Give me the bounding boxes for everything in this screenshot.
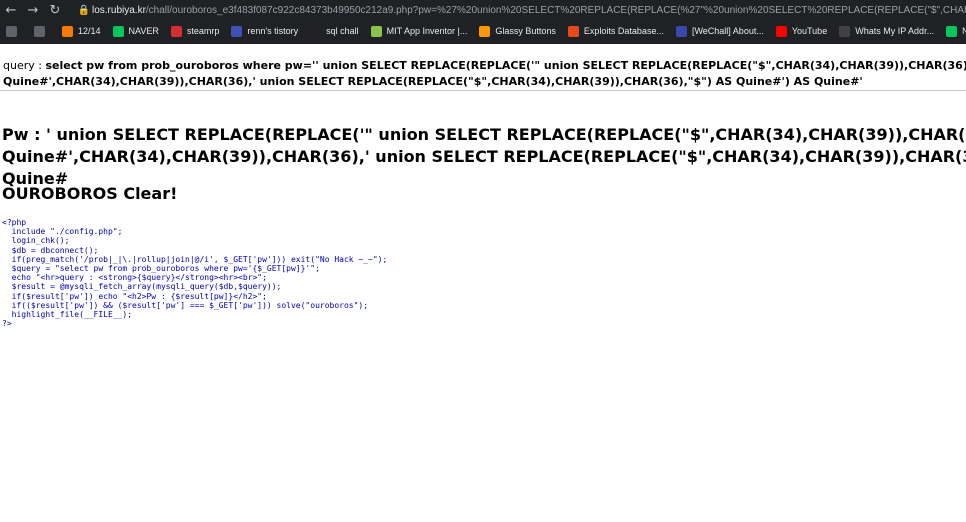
source-code: <?php include "./config.php"; login_chk(… bbox=[2, 218, 388, 329]
reload-icon: ↻ bbox=[49, 2, 61, 18]
arrow-right-icon: → bbox=[27, 2, 39, 18]
url-host: los.rubiya.kr bbox=[92, 4, 146, 16]
bookmark-label: NAVER bbox=[962, 26, 966, 36]
bookmark-item[interactable]: renn's tistory bbox=[231, 25, 299, 37]
reload-button[interactable]: ↻ bbox=[44, 0, 66, 20]
horizontal-rule bbox=[0, 90, 966, 91]
naver-icon bbox=[112, 25, 124, 37]
browser-chrome: ← → ↻ 🔒 los.rubiya.kr/chall/ouroboros_e3… bbox=[0, 0, 966, 44]
glassy-icon bbox=[479, 25, 491, 37]
bookmark-label: Glassy Buttons bbox=[495, 26, 556, 36]
lock-icon[interactable]: 🔒 bbox=[76, 5, 92, 16]
bookmark-label: MIT App Inventor |... bbox=[386, 26, 468, 36]
reading-list-icon bbox=[34, 25, 45, 37]
bookmarks-bar: 12/14 NAVER steamrp renn's tistory sql chall… bbox=[0, 21, 966, 41]
bookmark-label: [WeChall] About... bbox=[691, 26, 764, 36]
bookmark-item[interactable]: MIT App Inventor |... bbox=[370, 25, 468, 37]
ip-icon bbox=[839, 25, 851, 37]
bookmark-item[interactable]: 12/14 bbox=[62, 25, 101, 37]
bookmark-item[interactable]: Exploits Database... bbox=[567, 25, 664, 37]
bookmark-item[interactable]: sql chall bbox=[310, 25, 359, 37]
address-row: ← → ↻ 🔒 los.rubiya.kr/chall/ouroboros_e3… bbox=[0, 0, 966, 20]
bookmark-label: Whats My IP Addr... bbox=[855, 26, 935, 36]
wechall-icon bbox=[675, 25, 687, 37]
bookmark-item[interactable]: NAVER bbox=[946, 25, 966, 37]
bookmark-item[interactable]: NAVER bbox=[112, 25, 159, 37]
url-path: /chall/ouroboros_e3f483f087c922c84373b49… bbox=[145, 4, 966, 16]
forward-button[interactable]: → bbox=[22, 0, 44, 20]
query-label: query : bbox=[3, 59, 46, 72]
page-content: query : select pw from prob_ouroboros wh… bbox=[0, 44, 966, 522]
bookmark-label: Exploits Database... bbox=[583, 26, 664, 36]
bookmark-label: renn's tistory bbox=[247, 26, 299, 36]
bookmark-label: NAVER bbox=[128, 26, 159, 36]
bookmark-label: steamrp bbox=[186, 26, 220, 36]
bookmark-item[interactable] bbox=[6, 25, 22, 37]
steam-icon bbox=[170, 25, 182, 37]
bookmark-label: 12/14 bbox=[78, 26, 101, 36]
exploit-icon bbox=[567, 25, 579, 37]
bookmark-item[interactable]: [WeChall] About... bbox=[675, 25, 764, 37]
query-line: query : select pw from prob_ouroboros wh… bbox=[3, 58, 966, 90]
address-bar[interactable]: los.rubiya.kr/chall/ouroboros_e3f483f087… bbox=[92, 5, 966, 16]
clear-heading: OUROBOROS Clear! bbox=[2, 184, 178, 203]
pw-heading: Pw : ' union SELECT REPLACE(REPLACE('" u… bbox=[2, 125, 966, 188]
youtube-icon bbox=[775, 25, 787, 37]
bookmark-item[interactable]: Whats My IP Addr... bbox=[839, 25, 935, 37]
bookmark-item[interactable] bbox=[34, 25, 50, 37]
bookmark-item[interactable]: steamrp bbox=[170, 25, 220, 37]
arrow-left-icon: ← bbox=[5, 2, 17, 18]
naver-icon bbox=[946, 25, 958, 37]
back-button[interactable]: ← bbox=[0, 0, 22, 20]
query-value: select pw from prob_ouroboros where pw='… bbox=[3, 59, 966, 88]
bookmark-label: YouTube bbox=[791, 26, 828, 36]
bookmark-item[interactable]: YouTube bbox=[775, 25, 828, 37]
bookmark-label: sql chall bbox=[326, 26, 359, 36]
mit-icon bbox=[370, 25, 382, 37]
bookmark-favicon bbox=[62, 25, 73, 37]
bookmark-item[interactable]: Glassy Buttons bbox=[479, 25, 556, 37]
z-icon bbox=[310, 25, 322, 37]
apps-icon bbox=[6, 25, 17, 37]
tistory-icon bbox=[231, 25, 243, 37]
